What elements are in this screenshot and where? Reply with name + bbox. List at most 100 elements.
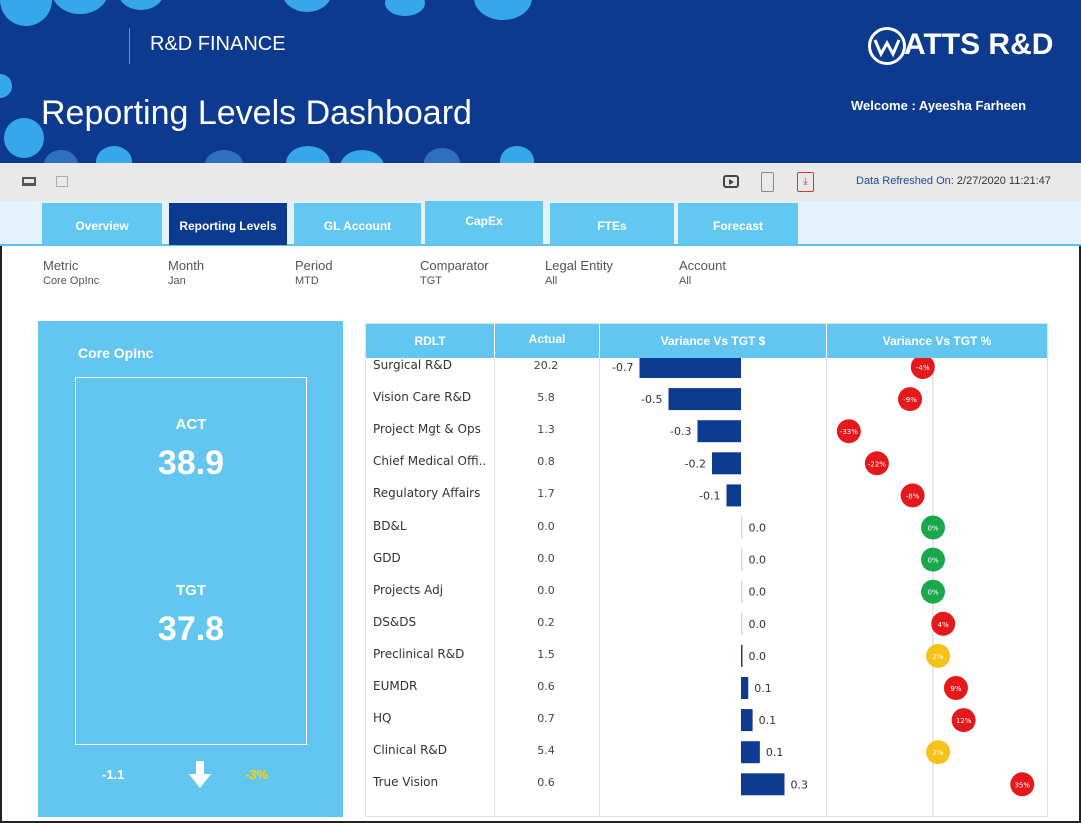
filter-period[interactable]: Period MTD xyxy=(295,258,333,287)
variance-label: -0.1 xyxy=(699,489,720,502)
col-header-variance-pct[interactable]: Variance Vs TGT % xyxy=(827,324,1047,358)
variance-bar xyxy=(741,516,743,539)
row-actual: 0.8 xyxy=(537,455,555,469)
play-icon[interactable] xyxy=(723,175,739,188)
filter-label: Comparator xyxy=(420,258,489,273)
variance-pct-label: 0% xyxy=(927,589,938,597)
variance-bar xyxy=(741,644,743,667)
filter-month[interactable]: Month Jan xyxy=(168,258,204,287)
col-header-rdlt[interactable]: RDLT xyxy=(366,324,494,358)
variance-bar xyxy=(741,773,785,796)
filter-value: Core OpInc xyxy=(43,275,100,287)
filter-metric[interactable]: Metric Core OpInc xyxy=(43,258,99,287)
variance-pct-label: -4% xyxy=(916,364,930,372)
tab-overview[interactable]: Overview xyxy=(42,203,162,245)
row-actual: 0.0 xyxy=(537,551,555,565)
variance-label: 0.0 xyxy=(749,586,767,599)
tab-capex[interactable]: CapEx xyxy=(425,201,543,245)
welcome-message: Welcome : Ayeesha Farheen xyxy=(851,98,1027,113)
tab-bar: Overview Reporting Levels GL Account Cap… xyxy=(0,201,1081,246)
kpi-card: Core OpInc ACT 38.9 TGT 37.8 -1.1 -3% xyxy=(38,321,343,817)
variance-bar xyxy=(741,612,743,635)
row-label[interactable]: Preclinical R&D xyxy=(373,647,464,661)
row-label[interactable]: True Vision xyxy=(373,775,438,789)
filter-label: Period xyxy=(295,258,333,273)
brand-name: R&D FINANCE xyxy=(150,33,286,55)
row-label[interactable]: Surgical R&D xyxy=(373,358,452,372)
page-title: Reporting Levels Dashboard xyxy=(41,94,472,132)
filter-account[interactable]: Account All xyxy=(679,258,726,287)
row-label[interactable]: Regulatory Affairs xyxy=(373,486,480,500)
variance-label: 0.0 xyxy=(749,618,767,631)
variance-bar xyxy=(741,741,760,764)
company-logo: ATTS R&D xyxy=(868,24,1068,68)
variance-pct-label: 9% xyxy=(950,685,961,693)
variance-bar xyxy=(639,358,741,378)
variance-label: 0.1 xyxy=(766,746,784,759)
data-refreshed: Data Refreshed On: 2/27/2020 11:21:47 xyxy=(856,175,1051,187)
filter-comparator[interactable]: Comparator TGT xyxy=(420,258,489,287)
variance-label: 0.3 xyxy=(791,778,809,791)
row-label[interactable]: Projects Adj xyxy=(373,583,443,597)
tab-gl-account[interactable]: GL Account xyxy=(294,203,421,245)
filter-value: TGT xyxy=(420,275,442,287)
row-label[interactable]: HQ xyxy=(373,711,391,725)
kpi-values-box: ACT 38.9 TGT 37.8 xyxy=(75,377,307,745)
row-label[interactable]: DS&DS xyxy=(373,615,416,629)
decor-dot xyxy=(424,148,460,163)
variance-bar xyxy=(741,709,753,732)
variance-bar xyxy=(712,452,741,475)
row-actual: 5.8 xyxy=(537,391,555,405)
row-label[interactable]: Chief Medical Offi.. xyxy=(373,454,486,468)
variance-bar xyxy=(726,484,741,507)
row-actual: 0.7 xyxy=(537,712,555,726)
tab-ftes[interactable]: FTEs xyxy=(550,203,674,245)
decor-dot xyxy=(44,150,78,163)
row-label[interactable]: BD&L xyxy=(373,519,407,533)
decor-dot xyxy=(96,146,132,163)
variance-label: -0.3 xyxy=(670,425,691,438)
row-label[interactable]: GDD xyxy=(373,551,401,565)
row-label[interactable]: Project Mgt & Ops xyxy=(373,422,481,436)
row-label[interactable]: Vision Care R&D xyxy=(373,390,471,404)
variance-usd-bars: -0.7 -0.5 -0.3 -0.2 -0.1 0.0 0.0 0.0 0.0 0.0 0.1 0.… xyxy=(612,358,809,796)
logo-mark-icon xyxy=(868,27,906,65)
variance-pct-label: 0% xyxy=(927,525,938,533)
row-actual: 0.6 xyxy=(537,776,555,790)
variance-pct-label: 35% xyxy=(1014,781,1030,789)
row-actual: 1.5 xyxy=(537,647,555,661)
variance-label: 0.1 xyxy=(759,714,777,727)
header-banner: R&D FINANCE Reporting Levels Dashboard A… xyxy=(0,0,1081,163)
row-actual: 0.0 xyxy=(537,583,555,597)
desktop-view-icon[interactable] xyxy=(22,177,36,186)
decor-dot xyxy=(0,0,52,26)
row-label[interactable]: Clinical R&D xyxy=(373,743,447,757)
decor-dot xyxy=(118,0,164,10)
tab-reporting-levels[interactable]: Reporting Levels xyxy=(169,203,287,245)
row-actual: 0.6 xyxy=(537,680,555,693)
variance-label: -0.2 xyxy=(685,457,706,470)
variance-label: -0.7 xyxy=(612,361,633,374)
variance-pct-label: 0% xyxy=(927,557,938,565)
refresh-timestamp: 2/27/2020 11:21:47 xyxy=(956,175,1051,187)
decor-dot xyxy=(474,0,532,20)
variance-pct-dots: -4% -9% -33% -22% -8% 0% 0% 0% 4% 2% 9% 12% 2% 35% xyxy=(836,358,1035,816)
filter-value: All xyxy=(545,275,558,287)
tablet-view-icon[interactable] xyxy=(56,176,68,187)
rdlt-table: RDLT Actual Variance Vs TGT $ Variance V… xyxy=(365,323,1048,817)
decor-dot xyxy=(340,150,384,163)
filter-label: Month xyxy=(168,258,205,273)
col-header-actual[interactable]: Actual xyxy=(495,324,599,358)
kpi-title: Core OpInc xyxy=(78,345,154,361)
col-header-variance-usd[interactable]: Variance Vs TGT $ xyxy=(600,324,826,358)
row-actual: 20.2 xyxy=(533,359,559,372)
tab-forecast[interactable]: Forecast xyxy=(678,203,798,245)
row-label[interactable]: EUMDR xyxy=(373,679,417,693)
phone-view-icon[interactable] xyxy=(761,172,774,192)
filter-label: Account xyxy=(679,258,726,273)
pdf-export-icon[interactable]: ⤓ xyxy=(797,172,814,192)
filter-legal-entity[interactable]: Legal Entity All xyxy=(545,258,613,287)
variance-pct-label: -9% xyxy=(903,396,917,404)
variance-pct-label: 12% xyxy=(956,717,972,725)
filter-value: All xyxy=(679,275,692,287)
